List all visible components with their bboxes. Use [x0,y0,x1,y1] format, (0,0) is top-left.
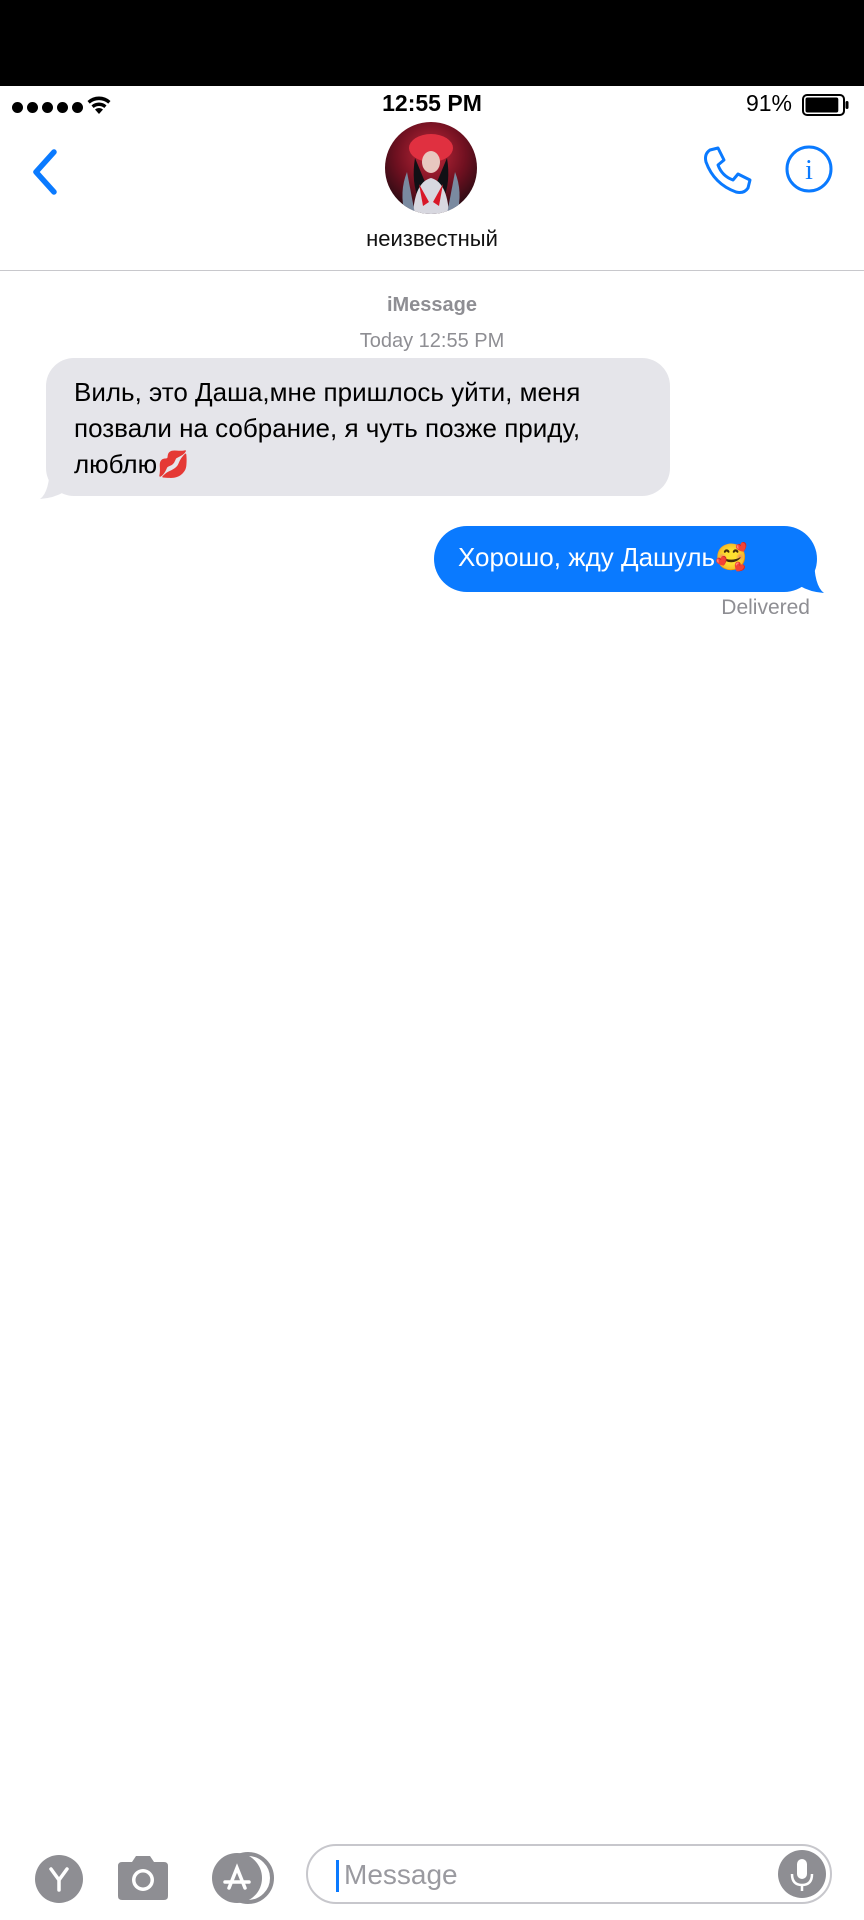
message-input[interactable]: Message [306,1844,832,1904]
top-black-area [0,0,864,86]
avatar-image [385,122,477,214]
kiss-mark-emoji: 💋 [157,449,190,479]
message-placeholder: Message [344,1859,458,1890]
battery-percentage: 91% [745,90,792,116]
microphone-glyph [790,1859,814,1891]
app-store-icon[interactable] [210,1852,276,1904]
status-bar: 12:55 PM 91% [0,86,864,122]
delivery-status: Delivered [721,596,810,619]
message-input-bar: Message [0,1830,864,1920]
service-label: iMessage [386,294,478,316]
back-button[interactable] [26,144,66,200]
text-caret [336,1860,339,1892]
battery-icon [802,94,849,116]
conversation-timestamp: Today 12:55 PM [359,330,505,352]
outgoing-message-bubble[interactable]: Хорошо, жду Дашуль🥰 [434,526,817,592]
phone-icon[interactable] [700,144,754,198]
contact-avatar[interactable] [385,122,477,214]
incoming-message-text: Виль, это Даша,мне пришлось уйти, меня п… [74,377,581,479]
contact-name[interactable]: неизвестный [0,226,864,252]
camera-icon[interactable] [114,1852,172,1902]
microphone-icon[interactable] [778,1850,826,1898]
status-time: 12:55 PM [382,90,482,116]
memoji-apps-icon[interactable] [34,1854,84,1904]
smiling-face-hearts-emoji: 🥰 [715,542,748,572]
info-icon[interactable]: i [784,144,834,194]
conversation-header: неизвестный i [0,122,864,271]
info-letter: i [805,155,813,186]
incoming-message-bubble[interactable]: Виль, это Даша,мне пришлось уйти, меня п… [46,358,670,496]
outgoing-message-text: Хорошо, жду Дашуль [458,542,716,572]
